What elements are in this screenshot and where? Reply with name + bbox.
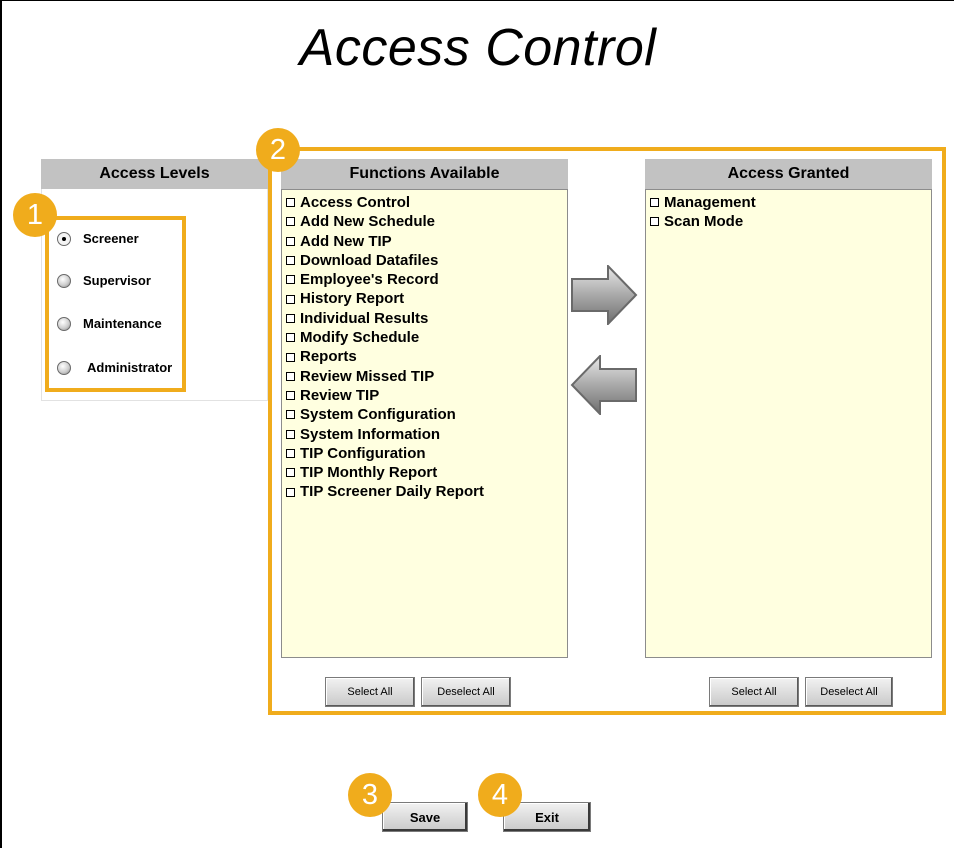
checkbox-icon[interactable] [286, 333, 295, 343]
list-item-label: TIP Screener Daily Report [300, 483, 484, 501]
checkbox-icon[interactable] [286, 275, 295, 285]
list-item[interactable]: TIP Configuration [286, 444, 563, 463]
access-granted-list[interactable]: Management Scan Mode [645, 189, 932, 658]
list-item-label: Download Datafiles [300, 251, 439, 269]
radio-selected-icon[interactable] [57, 231, 71, 246]
checkbox-icon[interactable] [286, 313, 295, 323]
list-item[interactable]: Access Control [286, 193, 563, 212]
checkbox-icon[interactable] [650, 198, 659, 208]
radio-icon[interactable] [57, 316, 71, 331]
radio-option-administrator[interactable]: Administrator [57, 360, 172, 375]
granted-select-all-button[interactable]: Select All [709, 677, 799, 707]
checkbox-icon[interactable] [286, 371, 295, 381]
list-item[interactable]: Add New Schedule [286, 212, 563, 231]
radio-label: Maintenance [83, 316, 162, 331]
functions-available-panel: Functions Available Access Control Add Ne… [281, 159, 568, 658]
radio-label: Supervisor [83, 273, 151, 288]
checkbox-icon[interactable] [286, 410, 295, 420]
list-item[interactable]: Download Datafiles [286, 251, 563, 270]
list-item[interactable]: Add New TIP [286, 232, 563, 251]
list-item[interactable]: System Information [286, 425, 563, 444]
functions-available-list[interactable]: Access Control Add New Schedule Add New TI… [281, 189, 568, 658]
checkbox-icon[interactable] [286, 468, 295, 478]
list-item[interactable]: Individual Results [286, 309, 563, 328]
radio-label: Screener [83, 231, 139, 246]
access-granted-panel: Access Granted Management Scan Mode [645, 159, 932, 658]
checkbox-icon[interactable] [286, 487, 295, 497]
list-item-label: Review Missed TIP [300, 367, 435, 385]
access-levels-header: Access Levels [41, 159, 268, 189]
radio-option-maintenance[interactable]: Maintenance [57, 316, 162, 331]
functions-select-all-button[interactable]: Select All [325, 677, 415, 707]
radio-icon[interactable] [57, 360, 71, 375]
checkbox-icon[interactable] [286, 294, 295, 304]
list-item-label: Management [664, 194, 756, 211]
checkbox-icon[interactable] [286, 391, 295, 401]
callout-badge-2: 2 [256, 128, 300, 172]
checkbox-icon[interactable] [286, 449, 295, 458]
list-item[interactable]: Modify Schedule [286, 328, 563, 347]
arrow-right-icon[interactable] [570, 265, 638, 325]
save-button[interactable]: Save [382, 802, 468, 832]
page-title: Access Control [299, 19, 657, 77]
list-item[interactable]: TIP Monthly Report [286, 463, 563, 482]
list-item-label: Access Control [300, 194, 411, 211]
list-item[interactable]: Review TIP [286, 386, 563, 405]
list-item[interactable]: Review Missed TIP [286, 367, 563, 386]
callout-badge-1: 1 [13, 193, 57, 237]
checkbox-icon[interactable] [286, 352, 295, 362]
checkbox-icon[interactable] [286, 217, 295, 227]
list-item[interactable]: Scan Mode [650, 212, 927, 231]
list-item-label: System Information [300, 425, 441, 443]
arrow-left-icon[interactable] [570, 355, 638, 415]
list-item-label: System Configuration [300, 406, 456, 424]
checkbox-icon[interactable] [650, 217, 659, 227]
checkbox-icon[interactable] [286, 198, 295, 208]
list-item-label: Employee's Record [300, 271, 439, 289]
checkbox-icon[interactable] [286, 256, 295, 266]
list-item-label: History Report [300, 290, 405, 308]
list-item[interactable]: History Report [286, 289, 563, 308]
list-item-label: TIP Configuration [300, 444, 426, 462]
granted-deselect-all-button[interactable]: Deselect All [805, 677, 893, 707]
list-item-label: Scan Mode [664, 213, 744, 231]
list-item[interactable]: TIP Screener Daily Report [286, 482, 563, 501]
list-item-label: Modify Schedule [300, 329, 420, 347]
list-item[interactable]: Employee's Record [286, 270, 563, 289]
radio-icon[interactable] [57, 273, 71, 288]
checkbox-icon[interactable] [286, 429, 295, 439]
list-item-label: Reports [300, 348, 357, 366]
list-item-label: Add New TIP [300, 232, 392, 250]
access-granted-header: Access Granted [645, 159, 932, 189]
functions-deselect-all-button[interactable]: Deselect All [421, 677, 511, 707]
radio-option-screener[interactable]: Screener [57, 231, 139, 246]
list-item-label: Review TIP [300, 386, 380, 404]
list-item-label: Individual Results [300, 309, 429, 327]
callout-badge-3: 3 [348, 773, 392, 817]
list-item[interactable]: System Configuration [286, 405, 563, 424]
functions-available-header: Functions Available [281, 159, 568, 189]
list-item-label: TIP Monthly Report [300, 464, 438, 482]
list-item[interactable]: Management [650, 193, 927, 212]
checkbox-icon[interactable] [286, 236, 295, 246]
list-item-label: Add New Schedule [300, 213, 436, 231]
radio-label: Administrator [87, 360, 173, 375]
list-item[interactable]: Reports [286, 347, 563, 366]
radio-option-supervisor[interactable]: Supervisor [57, 273, 151, 288]
callout-badge-4: 4 [478, 773, 522, 817]
